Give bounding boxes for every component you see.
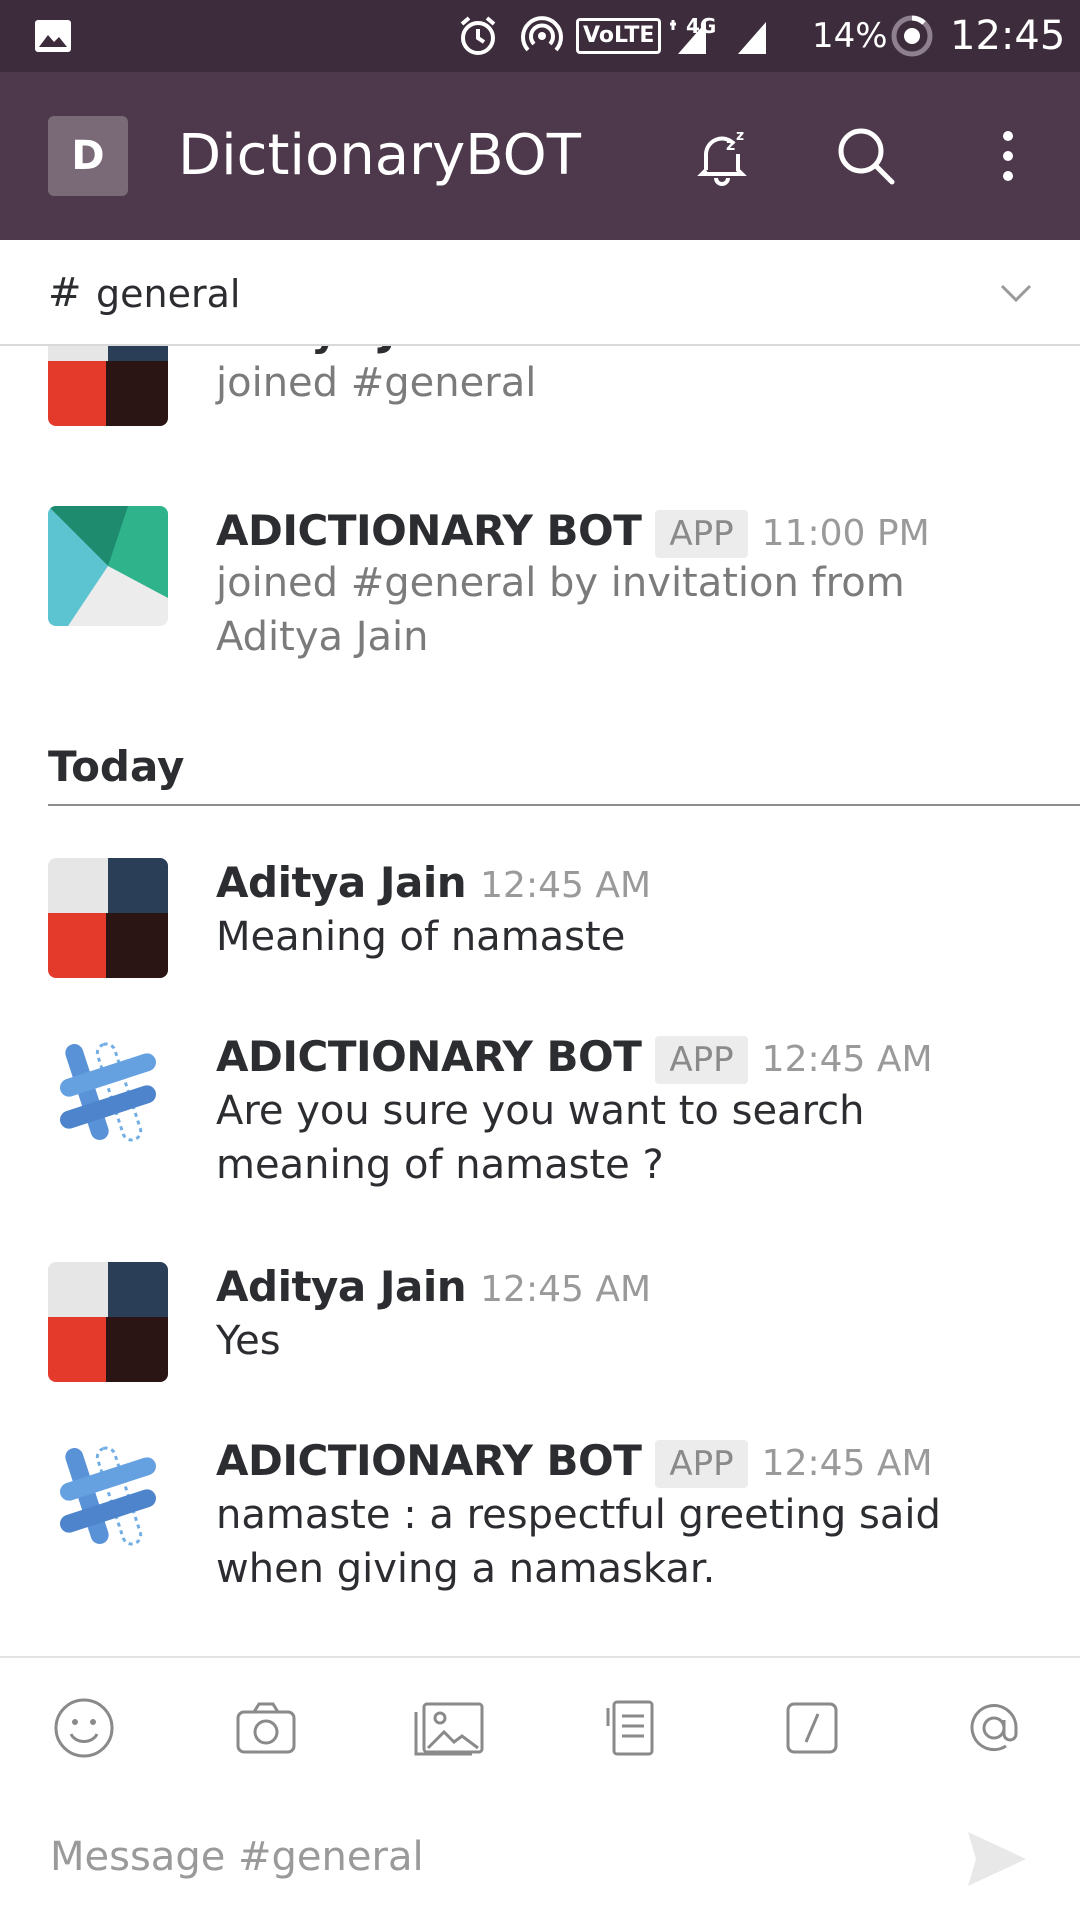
sender-name[interactable]: ADICTIONARY BOT	[216, 1032, 642, 1081]
workspace-title[interactable]: DictionaryBOT	[178, 124, 581, 188]
sender-name[interactable]: ADICTIONARY BOT	[216, 506, 642, 555]
message-text: namaste : a respectful greeting said whe…	[216, 1492, 941, 1592]
message-time: 12:45 AM	[480, 1269, 652, 1310]
camera-icon[interactable]	[226, 1688, 306, 1768]
app-badge: APP	[655, 510, 748, 558]
bot-avatar[interactable]	[48, 1436, 168, 1556]
alarm-icon	[456, 0, 500, 72]
battery-icon	[890, 0, 934, 72]
image-icon	[34, 0, 72, 72]
svg-text:z: z	[736, 128, 744, 144]
status-bar: VoLTE 4G 14% 12:45	[0, 0, 1080, 72]
bot-avatar[interactable]	[48, 1032, 168, 1152]
message-time: 12:45 AM	[761, 1039, 933, 1080]
message-text: joined #general by invitation from Adity…	[216, 560, 905, 660]
slash-command-icon[interactable]	[772, 1688, 852, 1768]
mention-icon[interactable]	[954, 1688, 1034, 1768]
search-icon[interactable]	[826, 116, 906, 196]
message-text: joined #general	[216, 360, 537, 406]
chevron-down-icon[interactable]	[992, 270, 1040, 318]
avatar[interactable]	[48, 346, 168, 426]
message-time: 10:32 PM	[480, 346, 648, 354]
day-divider: Today	[48, 742, 1080, 806]
day-divider-label: Today	[48, 742, 185, 791]
message-time: 11:00 PM	[761, 513, 930, 554]
message-composer	[0, 1656, 1080, 1922]
sender-name[interactable]: ADICTIONARY BOT	[216, 1436, 642, 1485]
more-vert-icon[interactable]	[968, 116, 1048, 196]
workspace-avatar[interactable]: D	[48, 116, 128, 196]
channel-header[interactable]: # general	[0, 240, 1080, 346]
divider-line	[48, 804, 1080, 806]
hotspot-icon	[520, 0, 564, 72]
channel-name: general	[96, 272, 241, 316]
channel-hash: #	[48, 270, 82, 316]
avatar[interactable]	[48, 506, 168, 626]
message-text: Yes	[216, 1318, 281, 1364]
photo-icon[interactable]	[408, 1688, 488, 1768]
snooze-bell-icon[interactable]: zz	[682, 116, 762, 196]
volte-badge: VoLTE	[576, 0, 662, 72]
battery-percent: 14%	[812, 16, 888, 56]
message-list[interactable]: Aditya Jain 10:32 PM joined #general ADI…	[0, 346, 1080, 1654]
sender-name[interactable]: Aditya Jain	[216, 1262, 467, 1311]
avatar[interactable]	[48, 1262, 168, 1382]
emoji-icon[interactable]	[44, 1688, 124, 1768]
sender-name[interactable]: Aditya Jain	[216, 346, 467, 355]
app-badge: APP	[655, 1036, 748, 1084]
file-icon[interactable]	[590, 1688, 670, 1768]
sender-name[interactable]: Aditya Jain	[216, 858, 467, 907]
message-text: Are you sure you want to search meaning …	[216, 1088, 865, 1188]
message-time: 12:45 AM	[480, 865, 652, 906]
message-time: 12:45 AM	[761, 1443, 933, 1484]
message-input[interactable]	[48, 1826, 932, 1888]
send-icon[interactable]	[962, 1824, 1032, 1894]
message-text: Meaning of namaste	[216, 914, 626, 960]
signal-icon: 4G	[666, 0, 776, 72]
avatar[interactable]	[48, 858, 168, 978]
app-bar: D DictionaryBOT zz	[0, 72, 1080, 240]
app-badge: APP	[655, 1440, 748, 1488]
clock: 12:45	[950, 13, 1066, 59]
svg-text:z: z	[726, 135, 735, 154]
